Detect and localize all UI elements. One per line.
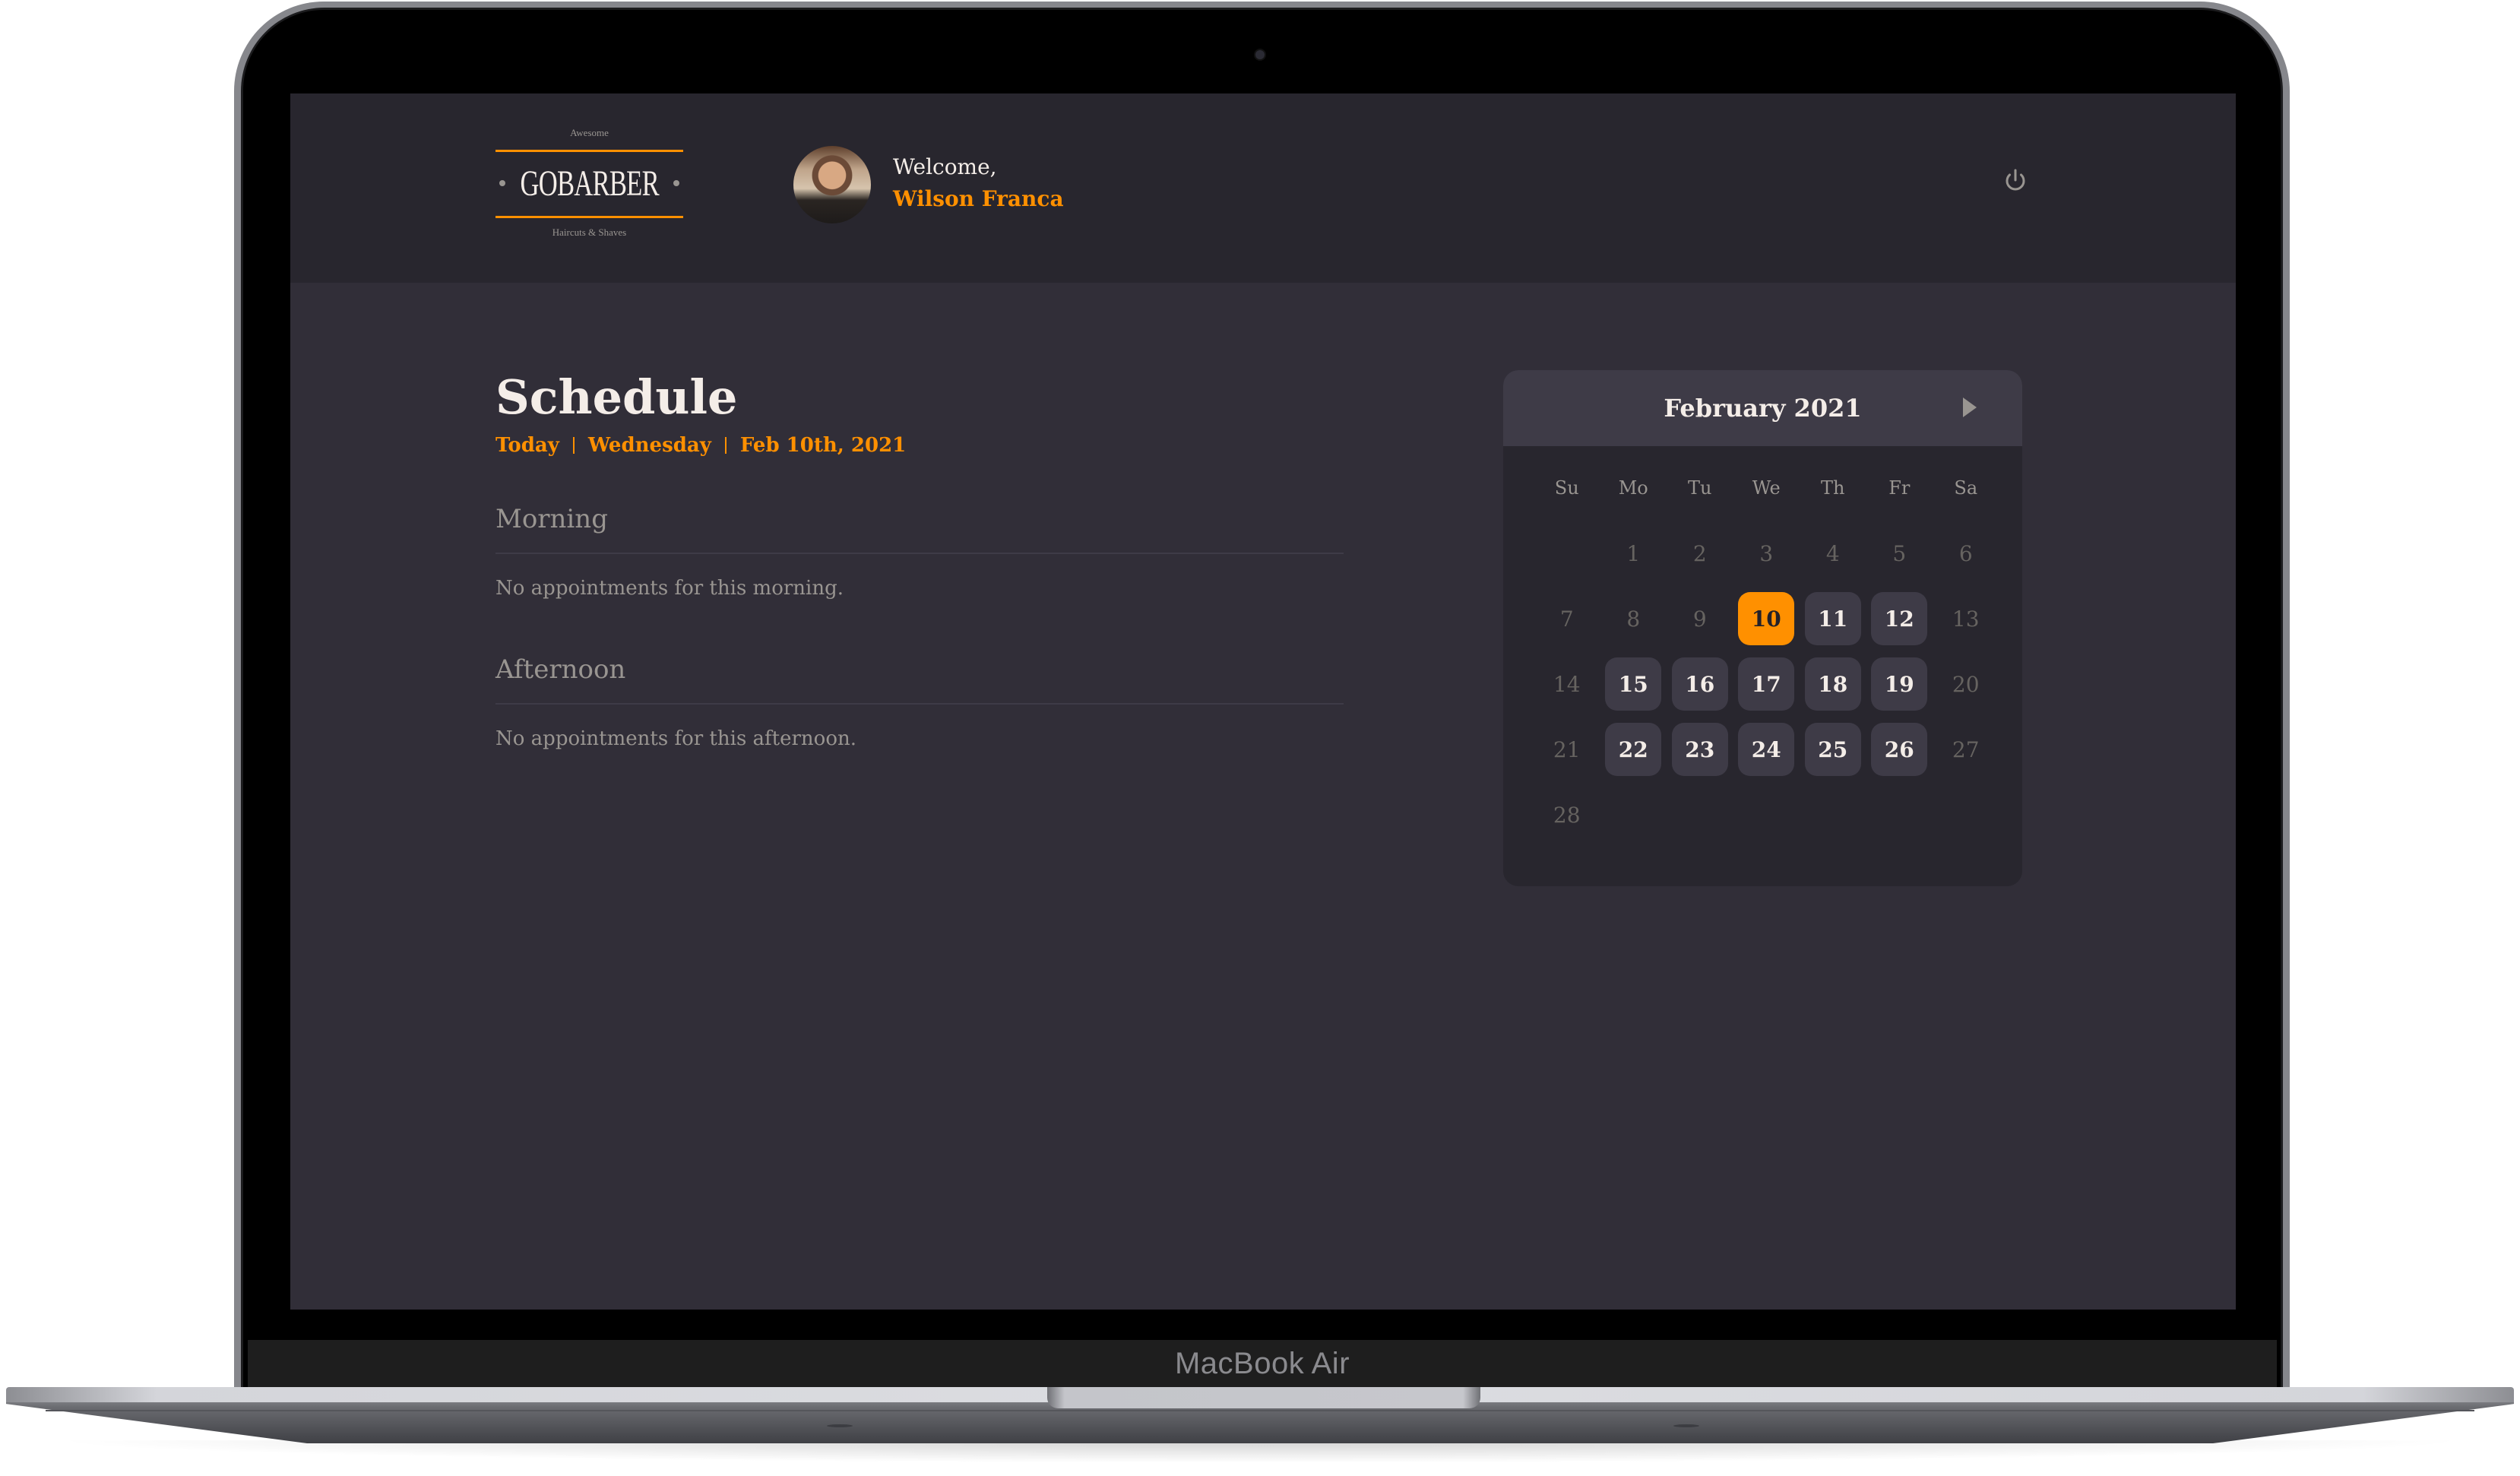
page-title: Schedule [495, 369, 738, 425]
calendar-day: 7 [1559, 606, 1574, 632]
profile-greeting: Welcome, Wilson Franca [893, 152, 1064, 216]
weekday-label: Mo [1618, 477, 1648, 499]
app-header: Awesome GOBARBER Haircuts & Shaves Welco… [290, 93, 2236, 283]
laptop-foot [1673, 1424, 1699, 1427]
calendar-day: 14 [1553, 671, 1581, 697]
base-seam [46, 1410, 2474, 1411]
calendar-day: 8 [1626, 606, 1641, 632]
calendar-day[interactable]: 16 [1671, 657, 1728, 711]
profile-link[interactable]: Wilson Franca [893, 182, 1064, 216]
laptop-model-label: MacBook Air [1174, 1346, 1350, 1380]
logo-dot [499, 180, 505, 186]
calendar-day-selected[interactable]: 10 [1738, 592, 1795, 645]
calendar-day[interactable]: 19 [1871, 657, 1928, 711]
calendar-day: 6 [1958, 540, 1973, 566]
calendar-day[interactable]: 22 [1605, 723, 1662, 776]
calendar-day: 2 [1692, 540, 1707, 566]
calendar-day: 3 [1759, 540, 1774, 566]
calendar-day: 28 [1553, 802, 1581, 828]
calendar-day: 1 [1626, 540, 1641, 566]
weekday-label: Sa [1954, 477, 1978, 499]
calendar-day[interactable]: 17 [1738, 657, 1795, 711]
calendar-day: 13 [1952, 606, 1980, 632]
next-month-button[interactable] [1963, 398, 1977, 417]
hinge-notch [1047, 1387, 1480, 1408]
logo-text: GOBARBER [520, 163, 659, 204]
power-icon [2006, 169, 2025, 191]
laptop-chin: MacBook Air [248, 1340, 2277, 1387]
schedule-date: Today Wednesday Feb 10th, 2021 [495, 434, 1344, 457]
user-avatar[interactable] [793, 146, 871, 223]
calendar-header: February 2021 [1503, 370, 2022, 446]
calendar-day: 9 [1692, 606, 1707, 632]
calendar-day: 27 [1952, 736, 1980, 762]
laptop-shadow [46, 1440, 2474, 1463]
calendar: February 2021 Su Mo Tu We Th Fr Sa 1 2 3 4 5 6 7 8 9 10 1… [1503, 370, 2022, 886]
calendar-day[interactable]: 18 [1804, 657, 1861, 711]
empty-message: No appointments for this morning. [495, 577, 844, 600]
empty-message: No appointments for this afternoon. [495, 727, 856, 750]
calendar-month-label: February 2021 [1664, 394, 1862, 423]
logo-line [495, 150, 683, 152]
logo-tagline-top: Awesome [570, 127, 609, 138]
weekday-label: Tu [1688, 477, 1712, 499]
weekday-label: Th [1821, 477, 1845, 499]
calendar-grid: Su Mo Tu We Th Fr Sa 1 2 3 4 5 6 7 8 9 10 11 12 13 14 15 16 17 1… [1503, 446, 2022, 841]
calendar-day[interactable]: 24 [1738, 723, 1795, 776]
calendar-day: 21 [1553, 736, 1581, 762]
schedule-panel: Schedule Today Wednesday Feb 10th, 2021 … [495, 370, 1344, 750]
webcam-icon [1255, 50, 1265, 59]
date-weekday: Wednesday [587, 434, 711, 457]
calendar-day[interactable]: 11 [1804, 592, 1861, 645]
laptop-foot [827, 1424, 853, 1427]
logo-dot [673, 180, 680, 186]
laptop-base [6, 1402, 2514, 1443]
logo-line [495, 216, 683, 218]
calendar-day[interactable]: 12 [1871, 592, 1928, 645]
date-today: Today [495, 434, 559, 457]
logo-tagline-bottom: Haircuts & Shaves [552, 226, 627, 238]
weekday-label: We [1752, 477, 1781, 499]
section-morning: Morning No appointments for this morning… [495, 502, 1344, 600]
weekday-label: Fr [1888, 477, 1911, 499]
section-title: Afternoon [495, 653, 1344, 705]
calendar-day[interactable]: 25 [1804, 723, 1861, 776]
signout-button[interactable] [2000, 166, 2031, 196]
logo-wordmark: GOBARBER [495, 160, 683, 206]
calendar-day[interactable]: 26 [1871, 723, 1928, 776]
calendar-day[interactable]: 15 [1605, 657, 1662, 711]
date-separator [724, 437, 727, 454]
calendar-day: 5 [1892, 540, 1907, 566]
app-screen: Awesome GOBARBER Haircuts & Shaves Welco… [290, 93, 2236, 1310]
gobarber-logo[interactable]: Awesome GOBARBER Haircuts & Shaves [495, 124, 683, 245]
calendar-day: 20 [1952, 671, 1980, 697]
section-afternoon: Afternoon No appointments for this after… [495, 653, 1344, 750]
calendar-day[interactable]: 23 [1671, 723, 1728, 776]
section-title: Morning [495, 502, 1344, 554]
welcome-label: Welcome, [893, 154, 997, 179]
weekday-label: Su [1554, 477, 1579, 499]
date-separator [572, 437, 575, 454]
calendar-day: 4 [1825, 540, 1840, 566]
date-full: Feb 10th, 2021 [739, 434, 907, 457]
